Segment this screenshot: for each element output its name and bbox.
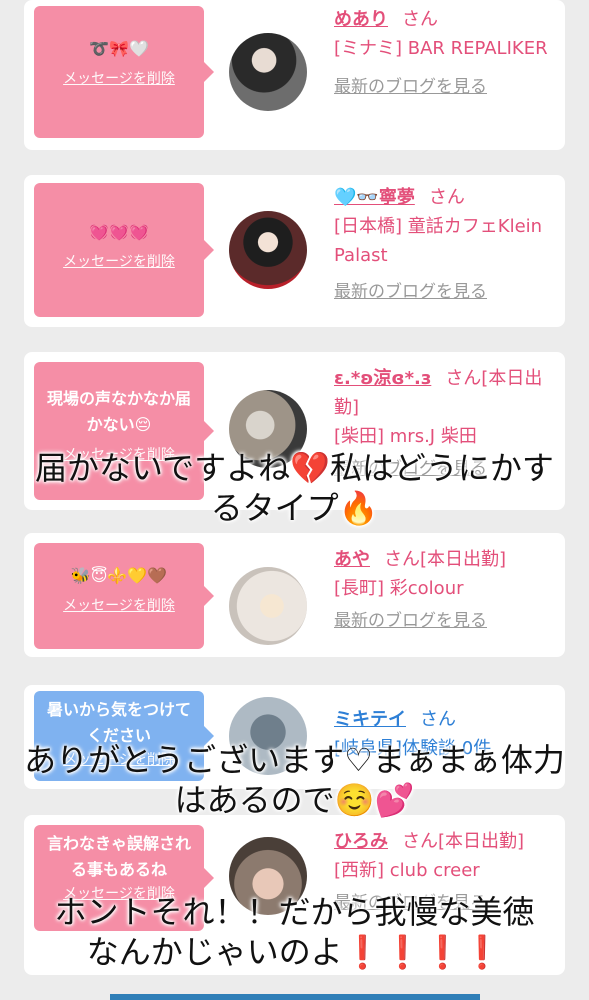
profile-name-link[interactable]: ε.*ʚ涼ɞ*.з <box>334 368 431 389</box>
caption-overlay: 届かないですよね💔私はどうにかするタイプ🔥 <box>35 449 554 527</box>
avatar[interactable] <box>229 211 307 289</box>
honorific: さん <box>420 709 456 730</box>
message-text: 言わなきゃ誤解される事もあるね <box>46 834 191 879</box>
avatar[interactable] <box>229 33 307 111</box>
honorific: さん[本日出勤] <box>402 831 525 852</box>
profile-name-link[interactable]: 🩵👓寧夢 <box>334 187 415 208</box>
message-card: 🐝😇⚜️💛🤎 メッセージを削除 あや さん[本日出勤] [長町] 彩colour … <box>24 533 565 657</box>
profile-info: めあり さん [ミナミ] BAR REPALIKER 最新のブログを見る <box>334 5 559 102</box>
latest-blog-link[interactable]: 最新のブログを見る <box>334 278 559 307</box>
profile-info: 🩵👓寧夢 さん [日本橋] 童話カフェKlein Palast 最新のブログを見る <box>334 183 559 307</box>
shop-name: [日本橋] 童話カフェKlein Palast <box>334 216 543 266</box>
honorific: さん[本日出勤] <box>384 549 507 570</box>
profile-name-link[interactable]: あや <box>334 549 370 570</box>
honorific: さん <box>428 187 465 208</box>
message-text: 現場の声なかなか届かない😔 <box>46 389 191 434</box>
avatar[interactable] <box>229 567 307 645</box>
message-card: 💓💓💓 メッセージを削除 🩵👓寧夢 さん [日本橋] 童話カフェKlein Pal… <box>24 175 565 327</box>
delete-message-link[interactable]: メッセージを削除 <box>42 251 196 271</box>
latest-blog-link[interactable]: 最新のブログを見る <box>334 607 559 636</box>
profile-info: あや さん[本日出勤] [長町] 彩colour 最新のブログを見る <box>334 545 559 636</box>
shop-name: [西新] club creer <box>334 860 480 881</box>
shop-name: [長町] 彩colour <box>334 578 464 599</box>
message-bubble: ➰🎀🤍 メッセージを削除 <box>34 6 214 138</box>
honorific: さん <box>402 9 438 30</box>
delete-message-link[interactable]: メッセージを削除 <box>42 595 196 615</box>
message-bubble: 💓💓💓 メッセージを削除 <box>34 183 214 317</box>
message-bubble: 🐝😇⚜️💛🤎 メッセージを削除 <box>34 543 214 649</box>
caption-overlay: ホントそれ！！だから我慢な美徳なんかじゃいのよ❗️❗️❗️❗️ <box>54 893 535 971</box>
latest-blog-link[interactable]: 最新のブログを見る <box>334 73 559 102</box>
bottom-bar <box>110 994 480 1000</box>
message-text: 🐝😇⚜️💛🤎 <box>70 566 168 585</box>
profile-name-link[interactable]: めあり <box>334 9 388 30</box>
caption-overlay: ありがとうございます♡まぁまぁ体力はあるので☺️💕 <box>24 741 565 819</box>
profile-name-link[interactable]: ひろみ <box>334 831 388 852</box>
shop-name: [ミナミ] BAR REPALIKER <box>334 38 548 59</box>
profile-name-link[interactable]: ミキテイ <box>334 709 406 730</box>
message-text: ➰🎀🤍 <box>89 39 149 58</box>
message-card: ➰🎀🤍 メッセージを削除 めあり さん [ミナミ] BAR REPALIKER 最… <box>24 0 565 150</box>
message-text: 💓💓💓 <box>89 222 149 241</box>
shop-name: [柴田] mrs.J 柴田 <box>334 426 477 447</box>
delete-message-link[interactable]: メッセージを削除 <box>42 68 196 88</box>
